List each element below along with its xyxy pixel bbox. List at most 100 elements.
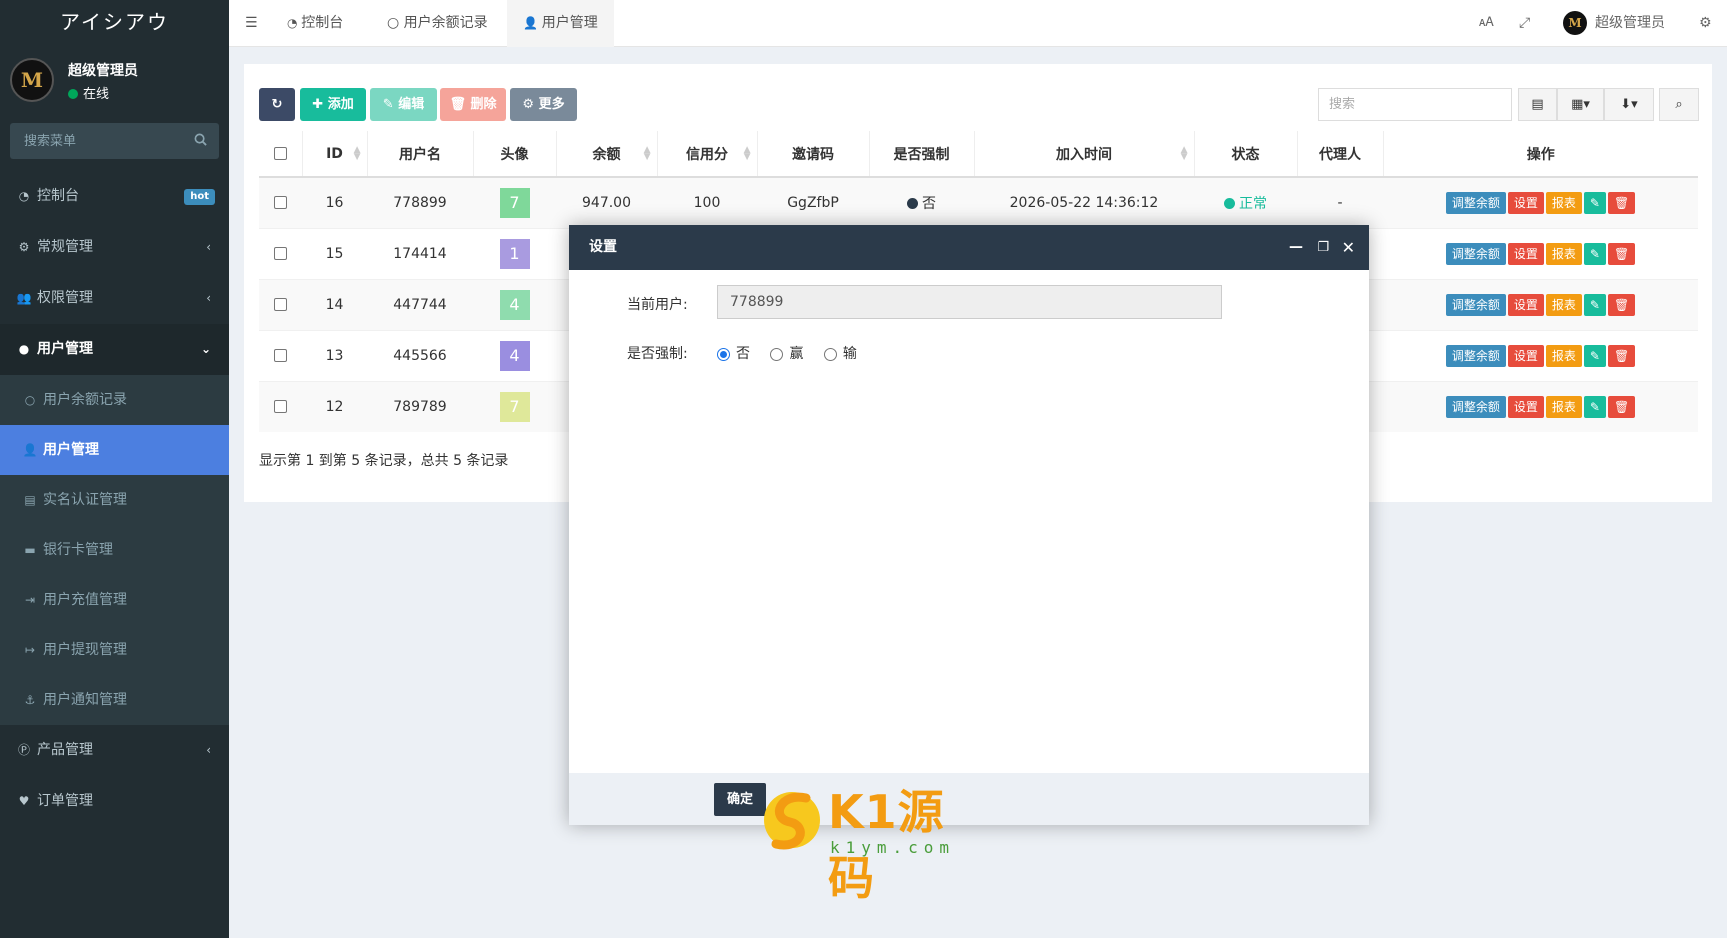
sidebar-item-notify[interactable]: ⚓ 用户通知管理 (0, 675, 229, 725)
close-icon[interactable]: ✕ (1342, 225, 1355, 270)
report-button[interactable]: 报表 (1545, 395, 1582, 418)
delete-row-icon[interactable]: 🗑 (1607, 395, 1636, 418)
user-avatar: 4 (499, 340, 530, 371)
col-forced: 是否强制 (869, 131, 975, 178)
translate-icon[interactable]: 🗚 (1479, 0, 1494, 47)
circle-icon: ○ (387, 15, 404, 31)
admin-menu[interactable]: M 超级管理员 (1563, 0, 1665, 47)
fullscreen-icon[interactable]: ⤢ (1519, 0, 1530, 47)
select-all-checkbox-cell[interactable] (259, 131, 303, 178)
edit-row-icon[interactable]: ✎ (1583, 344, 1606, 367)
sidebar-item-label: 控制台 (37, 188, 79, 204)
tab-balance-records[interactable]: ○ 用户余额记录 (373, 0, 502, 47)
menu-toggle-icon[interactable]: ☰ (245, 0, 258, 47)
report-button[interactable]: 报表 (1545, 344, 1582, 367)
delete-row-icon[interactable]: 🗑 (1607, 344, 1636, 367)
edit-row-icon[interactable]: ✎ (1583, 395, 1606, 418)
adjust-balance-button[interactable]: 调整余额 (1445, 395, 1506, 418)
sidebar-item-recharge[interactable]: ⇥ 用户充值管理 (0, 575, 229, 625)
edit-row-icon[interactable]: ✎ (1583, 191, 1606, 214)
user-avatar: 7 (499, 187, 530, 218)
settings-button[interactable]: 设置 (1507, 242, 1544, 265)
col-joined[interactable]: 加入时间 ▲ ▼ (974, 131, 1195, 178)
col-credit[interactable]: 信用分 ▲ ▼ (657, 131, 758, 178)
settings-button[interactable]: 设置 (1507, 191, 1544, 214)
sidebar-item-orders[interactable]: ♥ 订单管理 (0, 776, 229, 827)
tab-label: 控制台 (301, 15, 344, 31)
sidebar-item-users[interactable]: 👤 用户管理 (0, 425, 229, 475)
cell-username: 447744 (367, 278, 473, 330)
search-icon[interactable] (194, 133, 207, 146)
col-avatar: 头像 (473, 131, 557, 178)
chevron-left-icon: ‹ (206, 291, 211, 305)
delete-row-icon[interactable]: 🗑 (1607, 242, 1636, 265)
select-all-checkbox[interactable] (273, 147, 287, 160)
sidebar-item-dashboard[interactable]: ◔ 控制台 hot (0, 171, 229, 222)
radio-no[interactable] (717, 347, 730, 361)
row-checkbox[interactable] (274, 247, 287, 260)
settings-button[interactable]: 设置 (1507, 395, 1544, 418)
delete-button[interactable]: 🗑 删除 (440, 88, 506, 121)
minimize-icon[interactable]: — (1289, 225, 1303, 270)
col-agent: 代理人 (1297, 131, 1384, 178)
delete-row-icon[interactable]: 🗑 (1607, 293, 1636, 316)
sidebar-item-balance-records[interactable]: ○ 用户余额记录 (0, 375, 229, 425)
report-button[interactable]: 报表 (1545, 191, 1582, 214)
tab-user-management[interactable]: 👤 用户管理 (507, 0, 614, 47)
col-username: 用户名 (367, 131, 474, 178)
report-button[interactable]: 报表 (1545, 242, 1582, 265)
toggle-view-icon[interactable]: ▤ (1518, 88, 1557, 121)
col-label: 操作 (1526, 146, 1555, 163)
sidebar-item-general[interactable]: ⚙ 常规管理 ‹ (0, 222, 229, 273)
col-balance[interactable]: 余额 ▲ ▼ (556, 131, 658, 178)
search-toggle-icon[interactable]: ⌕ (1659, 88, 1699, 121)
sign-in-icon: ⇥ (24, 593, 36, 607)
col-id[interactable]: ID ▲ ▼ (302, 131, 368, 178)
sidebar-item-realname[interactable]: ▤ 实名认证管理 (0, 475, 229, 525)
settings-button[interactable]: 设置 (1507, 293, 1544, 316)
cogs-icon[interactable]: ⚙ (1699, 0, 1712, 47)
radio-win[interactable] (770, 347, 784, 361)
tab-dashboard[interactable]: ◔ 控制台 (275, 0, 355, 47)
report-button[interactable]: 报表 (1545, 293, 1582, 316)
sidebar-item-permission[interactable]: 👥 权限管理 ‹ (0, 273, 229, 324)
forced-dot-icon (907, 197, 918, 209)
table-row[interactable]: 16 778899 7 947.00 100 GgZfbP 否 2026-05-… (259, 176, 1698, 228)
row-checkbox[interactable] (274, 400, 287, 414)
settings-dialog: 设置 — ❐ ✕ 当前用户: 是否强制: 否 赢 输 确定 (569, 225, 1369, 825)
radio-option-lose[interactable]: 输 (823, 346, 857, 362)
export-dropdown-icon[interactable]: ⬇▾ (1604, 88, 1654, 121)
adjust-balance-button[interactable]: 调整余额 (1445, 191, 1506, 214)
sidebar-item-user-management[interactable]: ● 用户管理 ⌄ (0, 324, 229, 375)
edit-row-icon[interactable]: ✎ (1583, 293, 1606, 316)
settings-button[interactable]: 设置 (1507, 344, 1544, 367)
app-logo[interactable]: アイシアウ (0, 0, 229, 46)
sidebar-item-withdraw[interactable]: ↦ 用户提现管理 (0, 625, 229, 675)
maximize-icon[interactable]: ❐ (1317, 225, 1329, 270)
row-checkbox[interactable] (274, 196, 287, 210)
col-label: ID (326, 145, 343, 162)
confirm-button[interactable]: 确定 (714, 783, 766, 816)
row-checkbox[interactable] (274, 349, 287, 362)
radio-lose[interactable] (823, 347, 837, 361)
row-checkbox[interactable] (274, 298, 287, 311)
cell-balance: 947.00 (556, 176, 657, 228)
edit-button[interactable]: ✎ 编辑 (370, 88, 437, 121)
refresh-button[interactable]: ↻ (259, 88, 295, 121)
delete-row-icon[interactable]: 🗑 (1607, 191, 1636, 214)
adjust-balance-button[interactable]: 调整余额 (1445, 344, 1506, 367)
dialog-header[interactable]: 设置 — ❐ ✕ (569, 225, 1369, 270)
edit-row-icon[interactable]: ✎ (1583, 242, 1606, 265)
add-button[interactable]: ✚ 添加 (300, 88, 366, 121)
sidebar-item-products[interactable]: Ⓟ 产品管理 ‹ (0, 725, 229, 776)
sidebar-search-input[interactable] (10, 123, 219, 159)
radio-option-no[interactable]: 否 (717, 346, 750, 362)
more-button[interactable]: ⚙ 更多 (510, 88, 577, 121)
adjust-balance-button[interactable]: 调整余额 (1445, 242, 1506, 265)
table-search-input[interactable] (1318, 88, 1512, 121)
gear-icon: ⚙ (522, 97, 539, 112)
sidebar-item-bankcard[interactable]: ▬ 银行卡管理 (0, 525, 229, 575)
adjust-balance-button[interactable]: 调整余额 (1445, 293, 1506, 316)
columns-dropdown-icon[interactable]: ▦▾ (1557, 88, 1604, 121)
radio-option-win[interactable]: 赢 (770, 346, 803, 362)
